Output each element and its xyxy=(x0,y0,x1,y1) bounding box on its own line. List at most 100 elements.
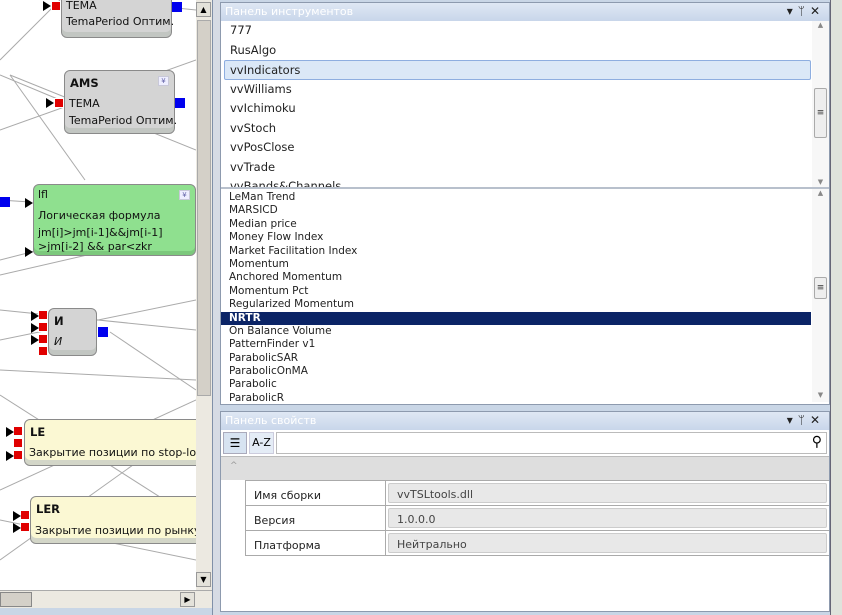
property-value[interactable]: vvTSLtools.dll xyxy=(388,483,827,503)
node-ler[interactable]: LER Закрытие позиции по рынку xyxy=(30,496,196,544)
property-value[interactable]: 1.0.0.0 xyxy=(388,508,827,528)
group-list[interactable]: 777 RusAlgo vvIndicators vvWilliams vvIchimo… xyxy=(221,21,829,189)
node-line: Закрытие позиции по stop-los xyxy=(29,446,196,459)
input-pin[interactable] xyxy=(13,426,23,436)
indicator-item[interactable]: Market Facilitation Index xyxy=(221,245,829,258)
node-and[interactable]: И И xyxy=(48,308,97,356)
scroll-thumb[interactable]: ≡ xyxy=(814,277,827,299)
output-pin[interactable] xyxy=(0,197,10,207)
group-item[interactable]: RusAlgo xyxy=(221,41,829,61)
node-line: TEMA xyxy=(69,97,100,110)
property-grid: Имя сборки vvTSLtools.dll Версия 1.0.0.0 Пла… xyxy=(245,480,829,556)
splitter[interactable] xyxy=(212,0,220,615)
group-item[interactable]: vvStoch xyxy=(221,119,829,139)
pin-icon[interactable]: ᛘ xyxy=(798,413,810,427)
node-lfl[interactable]: lfl ¥ Логическая формула jm[i]>jm[i-1]&&… xyxy=(33,184,196,256)
group-item[interactable]: 777 xyxy=(221,21,829,41)
input-pin[interactable] xyxy=(13,438,23,448)
group-list-scrollbar[interactable]: ▲ ≡ ▼ xyxy=(812,21,829,187)
node-ams[interactable]: AMS ¥ TEMA TemaPeriod Оптим. xyxy=(64,70,177,134)
node-title: LE xyxy=(30,425,46,439)
input-pin[interactable] xyxy=(13,450,23,460)
scroll-up-icon[interactable]: ▲ xyxy=(812,21,829,29)
canvas-vertical-scrollbar[interactable]: ▲ ▼ xyxy=(196,0,212,590)
node-le[interactable]: LE Закрытие позиции по stop-los xyxy=(24,419,196,466)
indicator-item[interactable]: On Balance Volume xyxy=(221,325,829,338)
node-line: И xyxy=(54,335,63,348)
indicator-item[interactable]: Momentum xyxy=(221,258,829,271)
category-expander-icon[interactable]: ^ xyxy=(221,457,829,480)
indicator-item[interactable]: Momentum Pct xyxy=(221,285,829,298)
output-pin[interactable] xyxy=(172,2,182,12)
collapse-icon[interactable]: ¥ xyxy=(158,76,169,86)
scroll-up-button[interactable]: ▲ xyxy=(196,2,211,17)
scroll-thumb[interactable]: ≡ xyxy=(814,88,827,138)
output-pin[interactable] xyxy=(98,327,108,337)
arrow-icon xyxy=(6,427,14,437)
indicator-item[interactable]: Parabolic xyxy=(221,378,829,391)
input-pin[interactable] xyxy=(20,510,30,520)
categorized-view-button[interactable]: ☰ xyxy=(223,432,247,454)
scroll-thumb[interactable] xyxy=(197,20,211,396)
sort-az-button[interactable]: A-Z xyxy=(249,432,274,454)
input-pin[interactable] xyxy=(38,310,48,320)
close-icon[interactable]: ✕ xyxy=(810,4,825,18)
node-tema[interactable]: TEMA TemaPeriod Оптим. xyxy=(61,0,174,38)
dropdown-icon[interactable]: ▾ xyxy=(787,4,798,18)
indicator-item[interactable]: ParabolicSAR xyxy=(221,352,829,365)
property-row[interactable]: Платформа Нейтрально xyxy=(246,531,829,556)
indicator-list-scrollbar[interactable]: ▲ ≡ ▼ xyxy=(812,189,829,402)
node-line: Закрытие позиции по рынку xyxy=(35,524,196,537)
indicator-item[interactable]: Median price xyxy=(221,218,829,231)
scroll-down-button[interactable]: ▼ xyxy=(196,572,211,587)
input-pin[interactable] xyxy=(51,1,61,11)
property-value[interactable]: Нейтрально xyxy=(388,533,827,553)
group-item[interactable]: vvTrade xyxy=(221,158,829,178)
input-pin[interactable] xyxy=(38,346,48,356)
property-search-input[interactable]: ⚲ xyxy=(276,432,827,454)
collapse-icon[interactable]: ¥ xyxy=(179,190,190,200)
group-item[interactable]: vvBands&Channels xyxy=(221,177,829,187)
indicator-item[interactable]: ParabolicOnMA xyxy=(221,365,829,378)
property-name: Версия xyxy=(246,506,386,530)
indicator-item[interactable]: Anchored Momentum xyxy=(221,271,829,284)
property-row[interactable]: Версия 1.0.0.0 xyxy=(246,506,829,531)
group-item[interactable]: vvWilliams xyxy=(221,80,829,100)
scroll-thumb[interactable] xyxy=(0,592,32,607)
property-name: Имя сборки xyxy=(246,481,386,505)
pin-icon[interactable]: ᛘ xyxy=(798,4,810,18)
input-pin[interactable] xyxy=(20,522,30,532)
indicator-item[interactable]: Regularized Momentum xyxy=(221,298,829,311)
group-item[interactable]: vvIndicators xyxy=(224,60,811,80)
node-title: И xyxy=(54,314,64,328)
canvas-horizontal-scrollbar[interactable]: ▶ xyxy=(0,590,212,608)
input-pin[interactable] xyxy=(38,322,48,332)
input-pin[interactable] xyxy=(38,334,48,344)
arrow-icon xyxy=(13,511,21,521)
indicator-item[interactable]: MARSICD xyxy=(221,204,829,217)
output-pin[interactable] xyxy=(175,98,185,108)
arrow-icon xyxy=(31,311,39,321)
close-icon[interactable]: ✕ xyxy=(810,413,825,427)
search-icon[interactable]: ⚲ xyxy=(812,434,822,450)
strategy-canvas[interactable]: TEMA TemaPeriod Оптим. AMS ¥ TEMA TemaPe… xyxy=(0,0,196,590)
scroll-up-icon[interactable]: ▲ xyxy=(812,189,829,197)
scroll-down-icon[interactable]: ▼ xyxy=(812,391,829,399)
indicator-item[interactable]: Money Flow Index xyxy=(221,231,829,244)
group-item[interactable]: vvPosClose xyxy=(221,138,829,158)
node-line: >jm[i-2] && par<zkr xyxy=(38,240,152,253)
scroll-down-icon[interactable]: ▼ xyxy=(812,178,829,186)
indicator-item[interactable]: NRTR xyxy=(221,311,811,325)
dropdown-icon[interactable]: ▾ xyxy=(787,413,798,427)
indicator-item[interactable]: ParabolicR xyxy=(221,392,829,402)
property-row[interactable]: Имя сборки vvTSLtools.dll xyxy=(246,481,829,506)
indicator-list[interactable]: LeMan Trend MARSICD Median price Money Flow… xyxy=(221,189,829,402)
indicator-item[interactable]: LeMan Trend xyxy=(221,191,829,204)
indicator-item[interactable]: PatternFinder v1 xyxy=(221,338,829,351)
node-title: AMS xyxy=(70,76,99,90)
arrow-icon xyxy=(31,335,39,345)
group-item[interactable]: vvIchimoku xyxy=(221,99,829,119)
input-pin[interactable] xyxy=(54,98,64,108)
scroll-right-button[interactable]: ▶ xyxy=(180,592,195,607)
toolbox-title-bar: Панель инструментов ▾ᛘ✕ xyxy=(221,3,829,21)
